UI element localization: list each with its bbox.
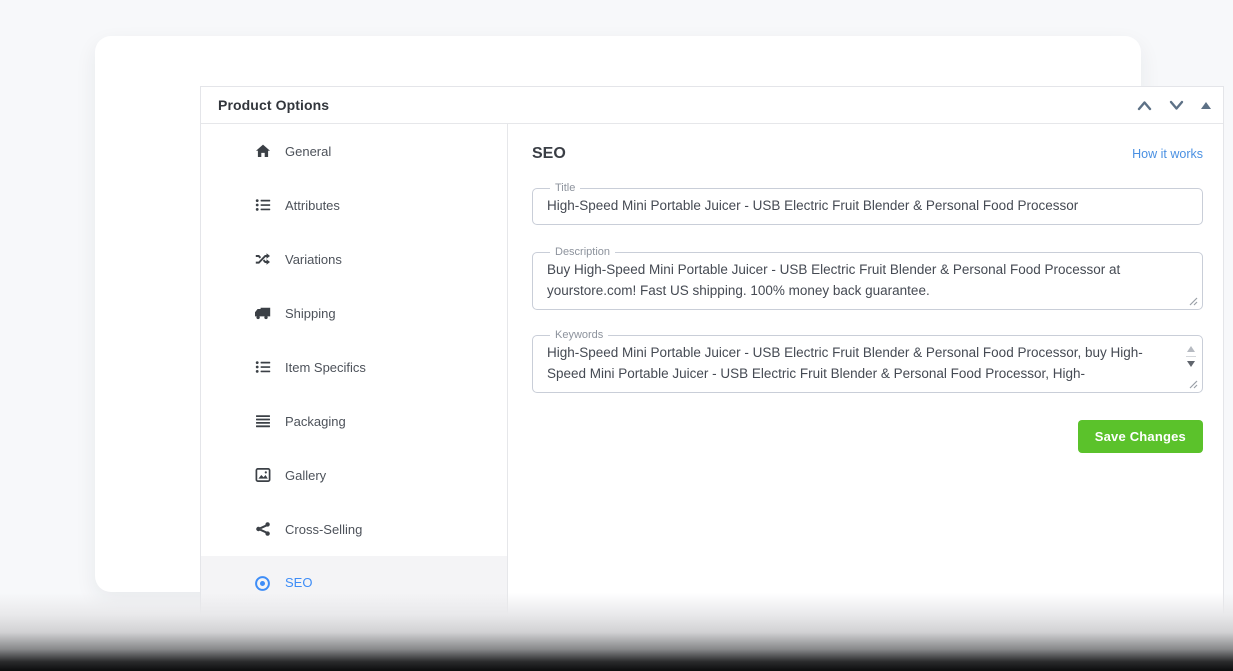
seo-content-header: SEO How it works — [532, 145, 1203, 163]
sidebar-item-item-specifics[interactable]: Item Specifics — [201, 340, 507, 394]
sidebar-item-general[interactable]: General — [201, 124, 507, 178]
save-row: Save Changes — [532, 420, 1203, 453]
home-icon — [254, 143, 271, 160]
keywords-field-label: Keywords — [550, 329, 608, 341]
sidebar-item-variations[interactable]: Variations — [201, 232, 507, 286]
resize-handle-icon[interactable] — [1189, 380, 1198, 389]
panel-header: Product Options — [201, 87, 1223, 124]
scrollbar-divider — [1186, 356, 1196, 357]
resize-handle-icon[interactable] — [1189, 297, 1198, 306]
sidebar-item-shipping[interactable]: Shipping — [201, 286, 507, 340]
sidebar-nav: General Attributes Variations — [201, 124, 508, 617]
scrollbar-down-icon[interactable] — [1187, 361, 1195, 367]
product-options-card: Product Options — [95, 36, 1141, 592]
keywords-textarea[interactable]: High-Speed Mini Portable Juicer - USB El… — [545, 342, 1190, 384]
sidebar-item-label: Cross-Selling — [285, 522, 362, 537]
panel-body: General Attributes Variations — [201, 124, 1223, 617]
page-background: Product Options — [0, 0, 1233, 671]
sidebar-item-cross-selling[interactable]: Cross-Selling — [201, 502, 507, 556]
sidebar-item-label: Item Specifics — [285, 360, 366, 375]
sidebar-item-label: Attributes — [285, 198, 340, 213]
bars-icon — [254, 413, 271, 430]
description-field: Description Buy High-Speed Mini Portable… — [532, 246, 1203, 310]
seo-heading: SEO — [532, 145, 566, 163]
seo-content: SEO How it works Title Description Buy H… — [508, 124, 1223, 617]
list-icon — [254, 197, 271, 214]
save-changes-button[interactable]: Save Changes — [1078, 420, 1203, 453]
keywords-scrollbar — [1185, 346, 1197, 367]
sidebar-item-label: General — [285, 144, 331, 159]
panel-title: Product Options — [218, 97, 329, 113]
sidebar-item-label: Variations — [285, 252, 342, 267]
sidebar-item-attributes[interactable]: Attributes — [201, 178, 507, 232]
image-icon — [254, 467, 271, 484]
panel-header-controls — [1137, 100, 1211, 111]
keywords-field: Keywords High-Speed Mini Portable Juicer… — [532, 329, 1203, 393]
sidebar-item-gallery[interactable]: Gallery — [201, 448, 507, 502]
sidebar-item-packaging[interactable]: Packaging — [201, 394, 507, 448]
shuffle-icon — [254, 251, 271, 268]
how-it-works-link[interactable]: How it works — [1132, 147, 1203, 161]
product-options-panel: Product Options — [200, 86, 1224, 618]
sidebar-item-label: Gallery — [285, 468, 326, 483]
share-icon — [254, 521, 271, 538]
sidebar-item-label: SEO — [285, 575, 312, 590]
title-field: Title — [532, 182, 1203, 225]
scroll-down-icon[interactable] — [1169, 100, 1184, 111]
sidebar-item-label: Packaging — [285, 414, 346, 429]
dot-circle-icon — [254, 575, 271, 592]
scroll-up-icon[interactable] — [1137, 100, 1152, 111]
list-icon — [254, 359, 271, 376]
truck-icon — [254, 305, 271, 322]
description-field-label: Description — [550, 246, 615, 258]
page-bottom-shadow — [0, 593, 1233, 671]
sidebar-item-label: Shipping — [285, 306, 336, 321]
title-input[interactable] — [545, 195, 1190, 216]
description-textarea[interactable]: Buy High-Speed Mini Portable Juicer - US… — [545, 259, 1190, 301]
scrollbar-up-icon[interactable] — [1187, 346, 1195, 352]
title-field-label: Title — [550, 182, 580, 194]
collapse-up-icon[interactable] — [1201, 102, 1211, 109]
